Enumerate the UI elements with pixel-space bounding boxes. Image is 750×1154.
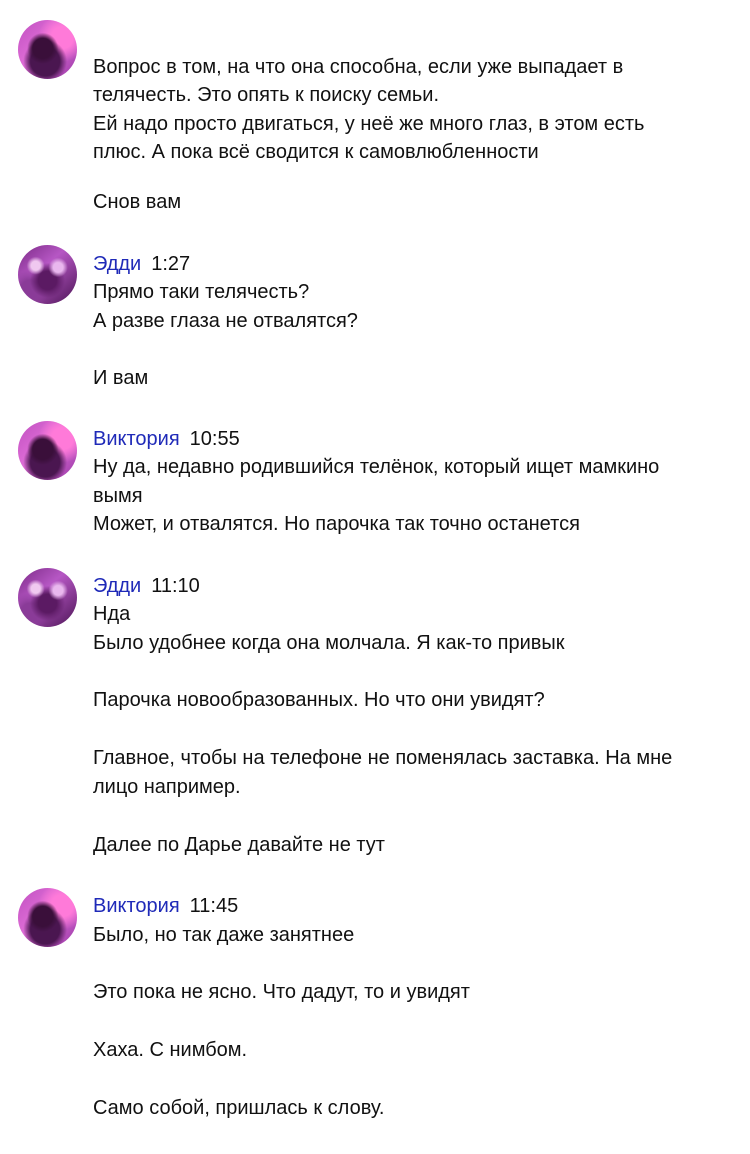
message-line: И вам: [93, 367, 149, 389]
message-header: Эдди 11:10: [93, 572, 200, 600]
message-line: лицо например.: [93, 776, 241, 798]
message-line: Снов вам: [93, 191, 182, 213]
message-line: Было, но так даже занятнее: [93, 924, 355, 946]
message-line: А разве глаза не отвалятся?: [93, 310, 358, 332]
message-line: Ну да, недавно родившийся телёнок, котор…: [93, 456, 660, 478]
message-line: плюс. А пока всё сводится к самовлюбленн…: [93, 141, 539, 163]
author-name[interactable]: Виктория: [93, 895, 180, 917]
message-line: Может, и отвалятся. Но парочка так точно…: [93, 513, 580, 535]
message-line: телячесть. Это опять к поиску семьи.: [93, 84, 440, 106]
message-time: 10:55: [189, 428, 240, 450]
avatar[interactable]: [18, 421, 77, 480]
message-header: Эдди 1:27: [93, 250, 190, 278]
message-line: Далее по Дарье давайте не тут: [93, 834, 385, 856]
message-time: 11:45: [189, 895, 239, 917]
message-header: Виктория 11:45: [93, 892, 238, 920]
message-header: Виктория 10:55: [93, 425, 240, 453]
author-name[interactable]: Виктория: [93, 428, 180, 450]
author-name[interactable]: Эдди: [93, 575, 141, 597]
message-line: Было удобнее когда она молчала. Я как-то…: [93, 632, 565, 654]
message-line: Парочка новообразованных. Но что они уви…: [93, 689, 545, 711]
avatar[interactable]: [18, 245, 77, 304]
message-line: Главное, чтобы на телефоне не поменялась…: [93, 747, 673, 769]
message-line: Хаха. С нимбом.: [93, 1039, 248, 1061]
avatar[interactable]: [18, 888, 77, 947]
avatar[interactable]: [18, 568, 77, 627]
message-line: Само собой, пришлась к слову.: [93, 1097, 385, 1119]
message-line: Нда: [93, 603, 131, 625]
avatar[interactable]: [18, 20, 77, 79]
message-time: 1:27: [151, 253, 191, 275]
author-name[interactable]: Эдди: [93, 253, 141, 275]
message-line: Это пока не ясно. Что дадут, то и увидят: [93, 981, 470, 1003]
message-line: Прямо таки телячесть?: [93, 281, 310, 303]
message-line: Ей надо просто двигаться, у неё же много…: [93, 113, 645, 135]
message-line: вымя: [93, 485, 143, 507]
message-time: 11:10: [151, 575, 200, 597]
message-line: Вопрос в том, на что она способна, если …: [93, 56, 624, 78]
